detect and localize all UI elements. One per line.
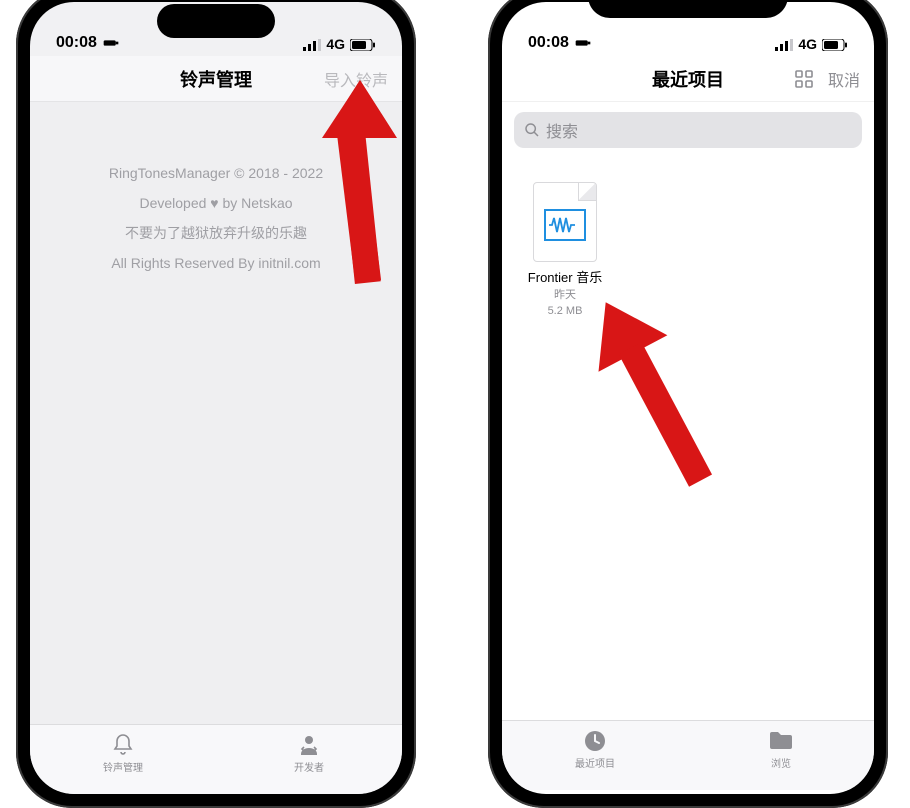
phone-mockup-right: 00:08 4G 0 KB/s 0 KB/s 最近项目 取消 搜索 (488, 0, 888, 808)
content-area: RingTonesManager © 2018 - 2022 Developed… (30, 102, 402, 724)
tab-label: 最近项目 (575, 755, 615, 770)
file-size: 5.2 MB (522, 304, 608, 318)
page-title: 最近项目 (652, 66, 724, 92)
status-time: 00:08 (56, 34, 97, 52)
status-right: 4G (775, 36, 848, 52)
dynamic-island (157, 4, 275, 38)
tab-browse[interactable]: 浏览 (736, 729, 826, 770)
carrier-label: 4G (326, 36, 345, 52)
tab-recent[interactable]: 最近项目 (550, 729, 640, 770)
tab-label: 开发者 (294, 759, 324, 774)
status-right: 4G (303, 36, 376, 52)
nav-bar: 铃声管理 导入铃声 (30, 56, 402, 102)
file-grid-area: Frontier 音乐 昨天 5.2 MB (502, 154, 874, 720)
tab-bar: 最近项目 浏览 (502, 720, 874, 790)
carrier-label: 4G (798, 36, 817, 52)
airplane-small-icon (575, 37, 591, 49)
page-title: 铃声管理 (180, 66, 252, 92)
nav-bar: 最近项目 取消 (502, 56, 874, 102)
about-line-4: All Rights Reserved By initnil.com (30, 248, 402, 278)
view-grid-icon[interactable] (794, 69, 814, 89)
battery-icon (822, 39, 848, 51)
nav-right-group: 取消 (794, 67, 860, 91)
about-line-3: 不要为了越狱放弃升级的乐趣 (30, 218, 402, 248)
search-wrap: 搜索 (502, 102, 874, 154)
signal-icon (775, 39, 793, 51)
about-text: RingTonesManager © 2018 - 2022 Developed… (30, 102, 402, 278)
file-date: 昨天 (522, 288, 608, 302)
waveform-icon (548, 215, 582, 235)
file-item[interactable]: Frontier 音乐 昨天 5.2 MB (522, 182, 608, 318)
signal-icon (303, 39, 321, 51)
clock-icon (583, 729, 607, 753)
status-time-area: 00:08 (56, 34, 119, 52)
search-placeholder: 搜索 (546, 118, 578, 142)
about-line-2: Developed ♥ by Netskao (30, 188, 402, 218)
developer-icon (297, 733, 321, 757)
bell-icon (111, 733, 135, 757)
search-icon (524, 122, 540, 138)
file-name: Frontier 音乐 (522, 270, 608, 286)
search-input[interactable]: 搜索 (514, 112, 862, 148)
about-line-1: RingTonesManager © 2018 - 2022 (30, 158, 402, 188)
file-grid: Frontier 音乐 昨天 5.2 MB (502, 154, 874, 720)
notch (588, 0, 788, 18)
tab-ringtone-manage[interactable]: 铃声管理 (78, 733, 168, 774)
screen-left: 00:08 4G 0 KB/s 0 KB/s 铃声管理 导入铃声 RingTon… (30, 2, 402, 794)
tab-label: 铃声管理 (103, 759, 143, 774)
phone-mockup-left: 00:08 4G 0 KB/s 0 KB/s 铃声管理 导入铃声 RingTon… (16, 0, 416, 808)
screen-right: 00:08 4G 0 KB/s 0 KB/s 最近项目 取消 搜索 (502, 2, 874, 794)
tab-bar: 铃声管理 开发者 (30, 724, 402, 794)
folder-icon (768, 729, 794, 753)
tab-label: 浏览 (771, 755, 791, 770)
status-time: 00:08 (528, 34, 569, 52)
import-ringtone-button[interactable]: 导入铃声 (324, 67, 388, 91)
audio-file-icon (533, 182, 597, 262)
tab-developer[interactable]: 开发者 (264, 733, 354, 774)
cancel-button[interactable]: 取消 (828, 67, 860, 91)
battery-icon (350, 39, 376, 51)
airplane-small-icon (103, 37, 119, 49)
status-time-area: 00:08 (528, 34, 591, 52)
